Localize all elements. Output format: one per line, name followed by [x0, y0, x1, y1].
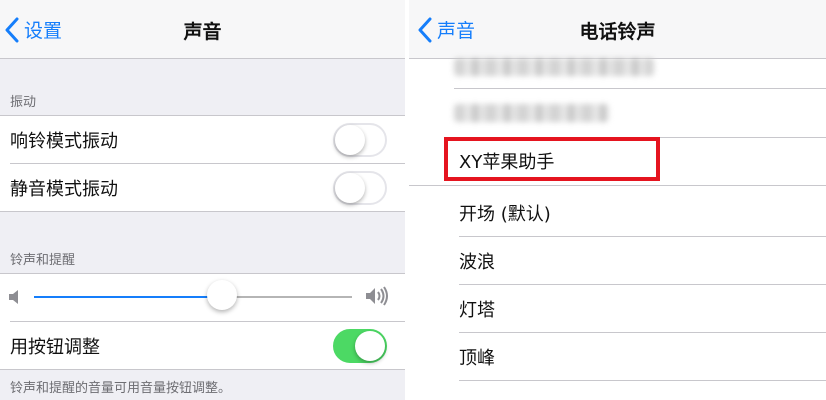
- change-with-buttons-row: 用按钮调整: [0, 322, 405, 370]
- blurred-ringtone-item: [454, 104, 609, 122]
- silent-vibrate-row: 静音模式振动: [0, 164, 405, 212]
- divider: [459, 380, 826, 381]
- navigation-bar: 设置 声音: [0, 0, 405, 59]
- ringtone-item-summit[interactable]: 顶峰: [409, 333, 826, 381]
- divider: [0, 211, 405, 212]
- divider: [409, 185, 826, 186]
- volume-high-icon: [366, 286, 388, 306]
- ring-vibrate-row: 响铃模式振动: [0, 116, 405, 164]
- volume-slider[interactable]: [34, 280, 352, 310]
- ringtone-item-opening[interactable]: 开场 (默认): [409, 189, 826, 237]
- volume-slider-row: [0, 274, 405, 322]
- change-with-buttons-label: 用按钮调整: [10, 337, 100, 358]
- ringtone-screen: 声音 电话铃声 XY苹果助手 开场 (默认) 波浪 灯塔 顶峰: [409, 0, 826, 400]
- section-header-vibration: 振动: [10, 95, 37, 110]
- toggle-knob: [335, 125, 365, 155]
- sounds-settings-screen: 设置 声音 振动 响铃模式振动 静音模式振动 铃声和提醒 用按钮调整 铃声和提醒…: [0, 0, 405, 400]
- volume-slider-thumb[interactable]: [206, 280, 237, 310]
- highlight-box: [444, 137, 660, 181]
- silent-vibrate-toggle[interactable]: [333, 171, 387, 205]
- toggle-knob: [335, 173, 365, 203]
- volume-slider-fill: [34, 296, 222, 298]
- page-title: 声音: [183, 21, 222, 43]
- ringtone-label: 灯塔: [459, 300, 495, 321]
- ring-vibrate-toggle[interactable]: [333, 123, 387, 157]
- ring-vibrate-label: 响铃模式振动: [10, 131, 118, 152]
- ringtone-label: 波浪: [459, 252, 495, 273]
- ringtone-item-lighthouse[interactable]: 灯塔: [409, 285, 826, 333]
- volume-low-icon: [9, 290, 18, 304]
- change-with-buttons-toggle[interactable]: [333, 329, 387, 363]
- navigation-bar: 声音 电话铃声: [409, 0, 826, 59]
- ringtone-label: 顶峰: [459, 348, 495, 369]
- divider: [0, 369, 405, 370]
- ringtone-item-waves[interactable]: 波浪: [409, 237, 826, 285]
- ringer-footer-note: 铃声和提醒的音量可用音量按钮调整。: [10, 381, 232, 396]
- blurred-ringtone-item: [454, 58, 654, 76]
- toggle-knob: [355, 331, 385, 361]
- section-header-ringer: 铃声和提醒: [10, 253, 76, 268]
- ringtone-label: 开场 (默认): [459, 204, 551, 225]
- silent-vibrate-label: 静音模式振动: [10, 179, 118, 200]
- divider: [454, 88, 826, 89]
- page-title: 电话铃声: [579, 21, 656, 43]
